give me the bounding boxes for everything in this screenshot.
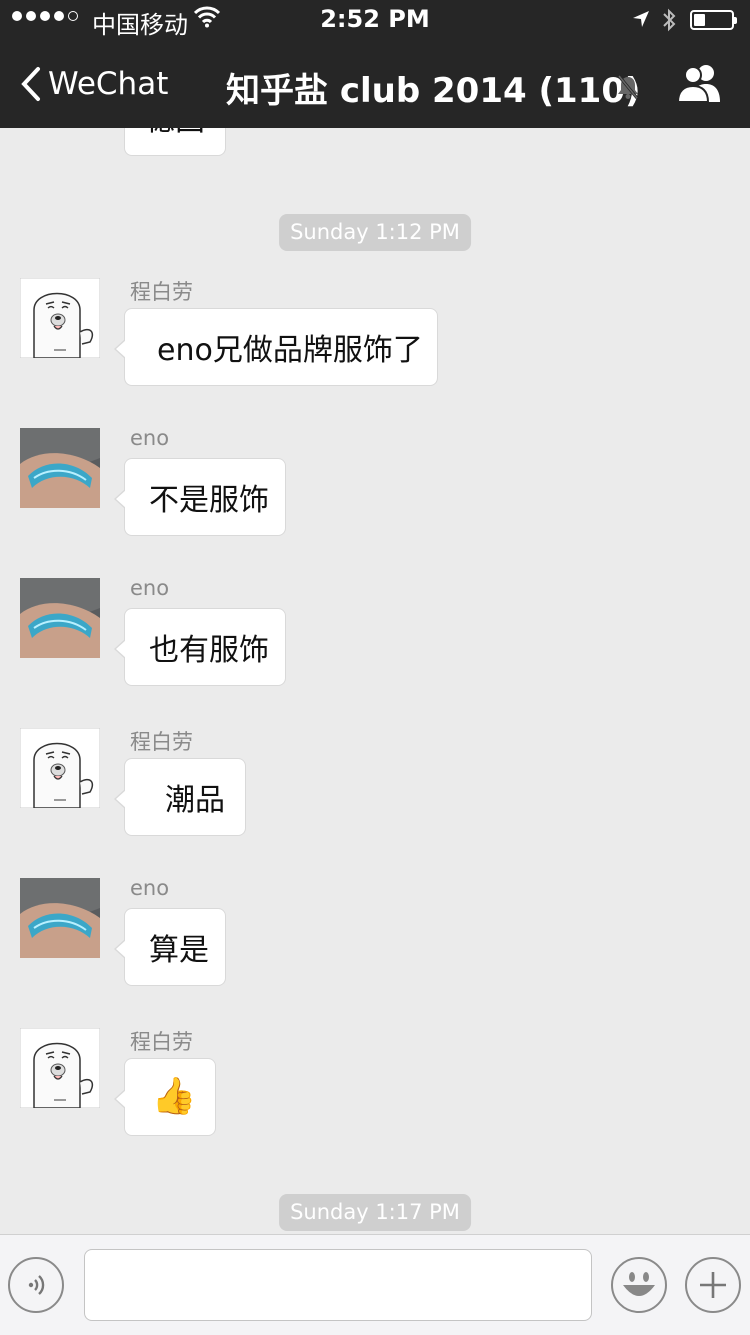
message-input[interactable]: [84, 1249, 592, 1321]
navigation-bar: WeChat 知乎盐 club 2014 (110): [0, 40, 750, 128]
message-bubble[interactable]: 👍: [114, 1058, 216, 1136]
wristband-photo-image: [20, 878, 100, 958]
message-bubble[interactable]: 算是: [114, 908, 226, 986]
timestamp-pill: Sunday 1:17 PM: [279, 1194, 471, 1231]
seal-avatar-image: [20, 728, 100, 808]
timestamp-pill: Sunday 1:12 PM: [279, 214, 471, 251]
message-text: 不是服饰: [149, 483, 269, 518]
seal-avatar[interactable]: [20, 728, 100, 808]
message-text: 潮品: [165, 783, 225, 818]
wristband-photo-avatar[interactable]: [20, 878, 100, 958]
message-bubble[interactable]: 也有服饰: [114, 608, 286, 686]
message-text: 算是: [149, 933, 209, 968]
group-members-icon[interactable]: [676, 62, 724, 104]
message-bubble[interactable]: 潮品: [114, 758, 246, 836]
location-arrow-icon: [633, 11, 649, 27]
thumbs-up-emoji: 👍: [151, 1076, 197, 1117]
seal-avatar[interactable]: [20, 1028, 100, 1108]
sender-name: eno: [130, 576, 170, 600]
message-bubble-cutoff[interactable]: 稳固: [124, 128, 226, 156]
message-text: 稳固: [145, 128, 205, 139]
mute-bell-icon: [617, 75, 639, 99]
wristband-photo-avatar[interactable]: [20, 578, 100, 658]
sender-name: 程白劳: [130, 280, 193, 304]
bluetooth-icon: [663, 8, 676, 32]
chat-message-list[interactable]: 稳固 Sunday 1:12 PM 程白劳 eno兄做品牌服饰了 eno: [0, 128, 750, 1234]
message-bubble[interactable]: 不是服饰: [114, 458, 286, 536]
sender-name: eno: [130, 876, 170, 900]
battery-level: [694, 14, 705, 26]
voice-icon: [28, 1275, 45, 1295]
chat-title: 知乎盐 club 2014 (110): [226, 71, 641, 111]
battery-icon: [690, 10, 737, 30]
message-text: 也有服饰: [149, 633, 269, 668]
wristband-photo-avatar[interactable]: [20, 428, 100, 508]
message-bubble[interactable]: eno兄做品牌服饰了: [114, 308, 438, 386]
sender-name: 程白劳: [130, 730, 193, 754]
wristband-photo-image: [20, 428, 100, 508]
emoji-icon: [623, 1272, 655, 1296]
more-button[interactable]: [685, 1257, 741, 1313]
back-label: WeChat: [48, 66, 169, 102]
back-button[interactable]: WeChat: [20, 64, 168, 104]
seal-avatar-image: [20, 1028, 100, 1108]
message-text: eno兄做品牌服饰了: [157, 333, 423, 368]
seal-avatar[interactable]: [20, 278, 100, 358]
sender-name: eno: [130, 426, 170, 450]
wristband-photo-image: [20, 578, 100, 658]
input-bar: [0, 1234, 750, 1335]
chevron-left-icon: [21, 67, 40, 101]
sender-name: 程白劳: [130, 1030, 193, 1054]
emoji-button[interactable]: [611, 1257, 667, 1313]
status-bar: 中国移动 2:52 PM: [0, 0, 750, 40]
voice-button[interactable]: [8, 1257, 64, 1313]
top-bar: 中国移动 2:52 PM WeChat 知乎盐 club 2014 (110): [0, 0, 750, 128]
plus-icon: [700, 1272, 726, 1298]
seal-avatar-image: [20, 278, 100, 358]
